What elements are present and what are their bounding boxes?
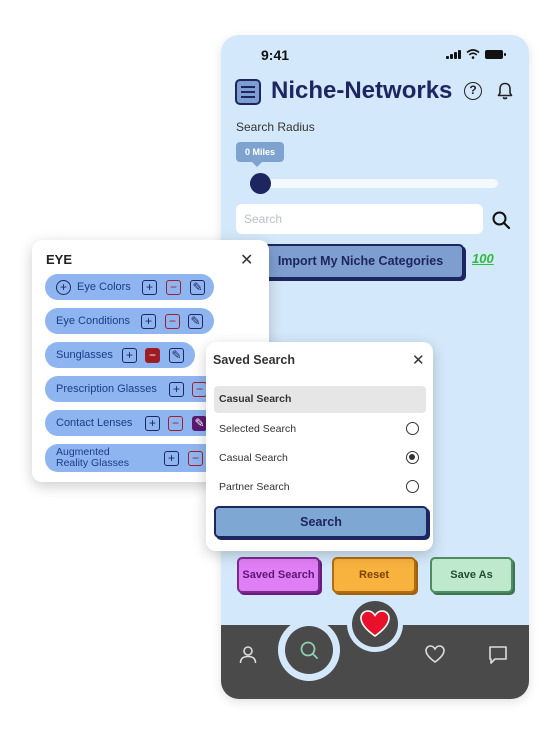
category-pill-eye-colors[interactable]: + Eye Colors + − ✎ [45, 274, 214, 300]
radio-partner-search[interactable] [406, 480, 419, 493]
heart-icon [360, 610, 390, 637]
radio-casual-search[interactable] [406, 451, 419, 464]
selected-search-dropdown[interactable]: Casual Search [214, 386, 426, 413]
remove-icon[interactable]: − [165, 314, 180, 329]
search-input[interactable] [236, 204, 483, 234]
remove-icon[interactable]: − [145, 348, 160, 363]
option-label: Casual Search [219, 452, 288, 464]
heart-button[interactable] [352, 601, 398, 647]
add-icon[interactable]: + [145, 416, 160, 431]
help-icon[interactable]: ? [464, 82, 482, 100]
panel-title: EYE [46, 252, 73, 267]
chat-icon[interactable] [487, 644, 509, 666]
heart-outline-icon[interactable] [424, 643, 446, 665]
category-label: Sunglasses [56, 349, 113, 361]
category-label: Augmented Reality Glasses [56, 446, 129, 469]
category-pill-sunglasses[interactable]: Sunglasses + − ✎ [45, 342, 195, 368]
saved-search-button[interactable]: Saved Search [237, 557, 320, 593]
bell-icon[interactable] [495, 81, 515, 101]
category-label: Contact Lenses [56, 417, 133, 429]
edit-icon[interactable]: ✎ [190, 280, 205, 295]
category-label: Eye Conditions [56, 315, 130, 327]
saved-search-modal: Saved Search ✕ Casual Search Selected Se… [206, 342, 433, 551]
remove-icon[interactable]: − [188, 451, 203, 466]
add-icon[interactable]: + [164, 451, 179, 466]
app-header: Niche-Networks ? [235, 77, 517, 107]
battery-icon [485, 49, 506, 59]
edit-icon[interactable]: ✎ [192, 416, 207, 431]
radio-selected-search[interactable] [406, 422, 419, 435]
status-bar: 9:41 [221, 35, 529, 75]
category-pill-eye-conditions[interactable]: Eye Conditions + − ✎ [45, 308, 214, 334]
search-icon[interactable] [491, 210, 511, 230]
modal-search-button[interactable]: Search [214, 506, 428, 538]
wifi-icon [466, 49, 480, 59]
app-title: Niche-Networks [271, 77, 453, 104]
option-label: Partner Search [219, 481, 290, 493]
search-radius-label: Search Radius [236, 120, 315, 134]
save-as-button[interactable]: Save As [430, 557, 513, 593]
close-icon[interactable]: ✕ [412, 351, 425, 369]
nav-search-button[interactable] [285, 626, 333, 674]
modal-title: Saved Search [213, 353, 295, 367]
radius-slider[interactable] [250, 173, 498, 194]
signal-icon [446, 49, 461, 59]
edit-icon[interactable]: ✎ [188, 314, 203, 329]
reset-button[interactable]: Reset [332, 557, 416, 593]
options-header: Selected Search [219, 423, 297, 435]
edit-icon[interactable]: ✎ [169, 348, 184, 363]
add-icon[interactable]: + [142, 280, 157, 295]
status-icons [446, 49, 506, 59]
add-icon[interactable]: + [122, 348, 137, 363]
add-icon[interactable]: + [141, 314, 156, 329]
category-label: Eye Colors [77, 281, 131, 293]
status-time: 9:41 [261, 47, 290, 63]
remove-icon[interactable]: − [192, 382, 207, 397]
category-label: Prescription Glasses [56, 383, 157, 395]
remove-icon[interactable]: − [168, 416, 183, 431]
radius-value-tooltip: 0 Miles [236, 142, 285, 167]
nav-search-icon [300, 641, 318, 659]
import-niche-categories-button[interactable]: Import My Niche Categories [257, 244, 464, 279]
user-icon[interactable] [237, 644, 259, 666]
radius-slider-thumb[interactable] [250, 173, 271, 194]
menu-icon[interactable] [235, 79, 261, 105]
remove-icon[interactable]: − [166, 280, 181, 295]
add-icon[interactable]: + [169, 382, 184, 397]
close-icon[interactable]: ✕ [240, 250, 253, 270]
hundred-points-icon: 100 [472, 251, 494, 266]
expand-icon[interactable]: + [56, 279, 71, 295]
